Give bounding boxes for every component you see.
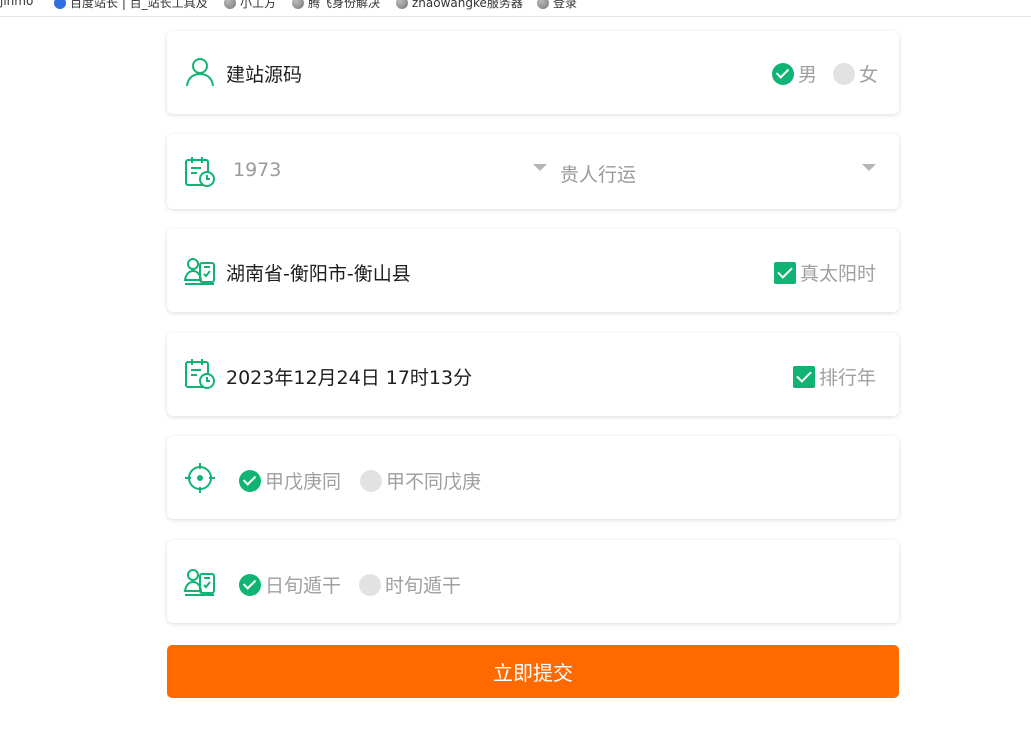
globe-icon <box>292 0 304 9</box>
checkbox-checked-icon <box>774 261 796 284</box>
year-dropdown-caret-icon[interactable] <box>533 164 547 171</box>
bookmark-label: zhaowangke服务器 <box>412 0 523 10</box>
bookmark-item[interactable]: 腾飞身份解决 <box>292 0 380 11</box>
bookmark-label: 小工方 <box>240 0 277 10</box>
location-card: 湖南省-衡阳市-衡山县 真太阳时 <box>167 229 899 312</box>
rule2-option-label: 日旬遁干 <box>265 575 342 597</box>
globe-icon <box>396 0 408 9</box>
radio-checked-icon <box>772 62 794 85</box>
radio-unchecked-icon <box>360 469 382 492</box>
rule2-card: 日旬遁干 时旬遁干 <box>167 540 899 623</box>
radio-unchecked-icon <box>359 573 381 596</box>
bookmark-item[interactable]: jinmo <box>0 0 33 8</box>
gender-female-label: 女 <box>859 64 879 86</box>
calendar-clock-icon <box>183 155 217 189</box>
rule2-option-label: 时旬遁干 <box>385 575 462 597</box>
bookmark-label: 腾飞身份解决 <box>308 0 381 10</box>
mode-dropdown-caret-icon[interactable] <box>862 164 876 171</box>
bookmark-item[interactable]: zhaowangke服务器 <box>396 0 523 11</box>
user-icon <box>183 55 217 89</box>
bookmark-label: 登录 <box>553 0 578 10</box>
id-card-icon <box>183 565 217 599</box>
gender-male-label: 男 <box>798 64 818 86</box>
submit-button[interactable]: 立即提交 <box>167 645 899 698</box>
bookmark-item[interactable]: 登录 <box>537 0 577 11</box>
year-select[interactable]: 1973 <box>233 159 281 181</box>
rule2-option-radio[interactable]: 日旬遁干 <box>239 571 341 598</box>
globe-icon <box>537 0 549 9</box>
globe-icon <box>224 0 236 9</box>
rank-year-checkbox[interactable]: 排行年 <box>793 363 876 390</box>
datetime-card: 2023年12月24日 17时13分 排行年 <box>167 333 899 416</box>
gender-male-radio[interactable]: 男 <box>772 60 817 87</box>
calendar-clock-icon <box>183 357 217 391</box>
bookmark-item[interactable]: 百度站长 | 百_站长工具及 <box>54 0 208 11</box>
year-card: 1973 贵人行运 <box>167 134 899 209</box>
bookmarks-bar: jinmo 百度站长 | 百_站长工具及 小工方 腾飞身份解决 zhaowang… <box>0 0 1031 17</box>
gender-female-radio[interactable]: 女 <box>833 60 878 87</box>
rule2-option-radio[interactable]: 时旬遁干 <box>359 571 461 598</box>
rule1-option-label: 甲不同戊庚 <box>386 471 482 493</box>
rule1-card: 甲戊庚同 甲不同戊庚 <box>167 436 899 519</box>
rank-year-label: 排行年 <box>819 367 877 389</box>
rule1-option-radio[interactable]: 甲不同戊庚 <box>360 467 481 494</box>
radio-checked-icon <box>239 469 261 492</box>
target-icon <box>183 461 217 495</box>
datetime-field[interactable]: 2023年12月24日 17时13分 <box>226 363 472 390</box>
location-field[interactable]: 湖南省-衡阳市-衡山县 <box>226 259 411 286</box>
checkbox-checked-icon <box>793 365 815 388</box>
rule1-option-radio[interactable]: 甲戊庚同 <box>239 467 341 494</box>
id-card-icon <box>183 254 217 288</box>
true-solar-time-label: 真太阳时 <box>800 263 877 285</box>
radio-unchecked-icon <box>833 62 855 85</box>
mode-select[interactable]: 贵人行运 <box>560 160 636 187</box>
bookmark-label: 百度站长 | 百_站长工具及 <box>70 0 208 10</box>
bookmark-label: jinmo <box>0 0 34 8</box>
true-solar-time-checkbox[interactable]: 真太阳时 <box>774 259 876 286</box>
name-card: 建站源码 男 女 <box>167 31 899 114</box>
name-input[interactable]: 建站源码 <box>226 60 302 87</box>
bookmark-item[interactable]: 小工方 <box>224 0 276 11</box>
radio-checked-icon <box>239 573 261 596</box>
rule1-option-label: 甲戊庚同 <box>265 471 342 493</box>
submit-label: 立即提交 <box>493 661 573 685</box>
baidu-paw-icon <box>54 0 66 9</box>
